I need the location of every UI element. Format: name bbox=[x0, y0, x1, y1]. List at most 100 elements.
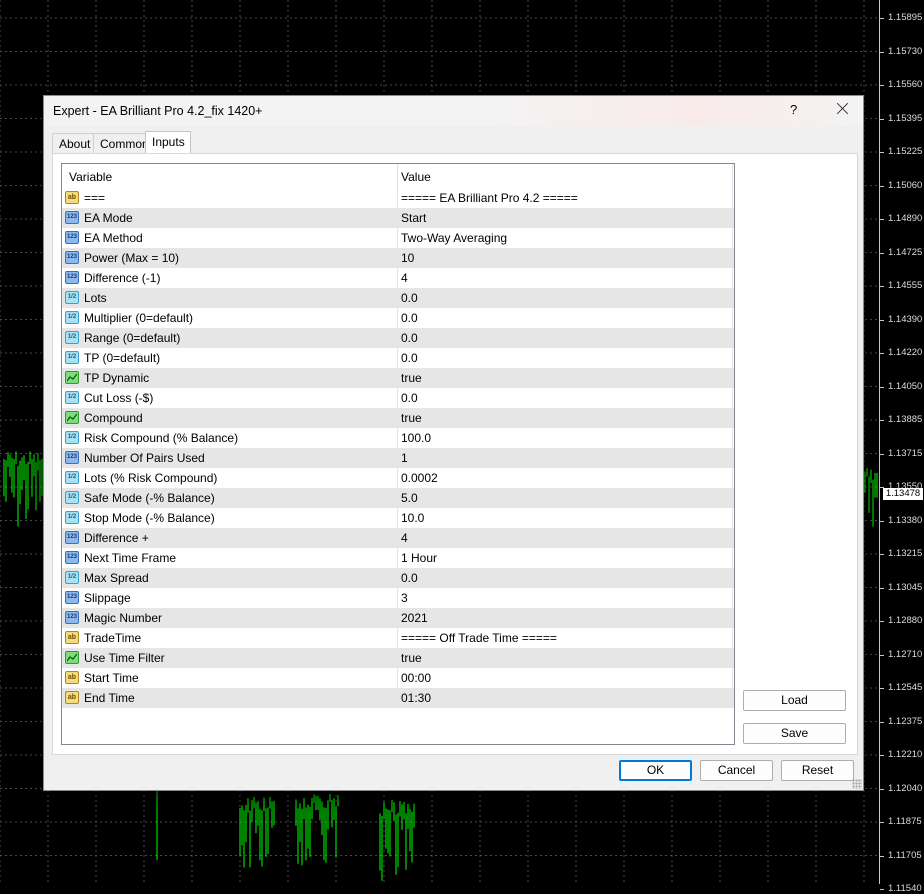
input-row[interactable]: 123 Difference + 4 bbox=[62, 528, 734, 548]
variable-value[interactable]: Two-Way Averaging bbox=[401, 228, 731, 248]
input-row[interactable]: 123 EA Method Two-Way Averaging bbox=[62, 228, 734, 248]
price-tick-label: 1.12375 bbox=[879, 715, 923, 727]
variable-name: === bbox=[84, 191, 106, 205]
double-type-icon: 1/2 bbox=[65, 511, 79, 524]
input-row[interactable]: 1/2 Risk Compound (% Balance) 100.0 bbox=[62, 428, 734, 448]
input-row[interactable]: Use Time Filter true bbox=[62, 648, 734, 668]
input-row[interactable]: 1/2 Range (0=default) 0.0 bbox=[62, 328, 734, 348]
input-row[interactable]: 1/2 Multiplier (0=default) 0.0 bbox=[62, 308, 734, 328]
input-row[interactable]: TP Dynamic true bbox=[62, 368, 734, 388]
column-divider-end bbox=[732, 468, 733, 488]
variable-value[interactable]: ===== Off Trade Time ===== bbox=[401, 628, 731, 648]
grid-header: Variable Value bbox=[62, 164, 734, 188]
input-row[interactable]: 123 Difference (-1) 4 bbox=[62, 268, 734, 288]
close-icon[interactable] bbox=[834, 100, 850, 118]
variable-value[interactable]: true bbox=[401, 368, 731, 388]
variable-value[interactable]: 1 bbox=[401, 448, 731, 468]
input-row[interactable]: 123 Next Time Frame 1 Hour bbox=[62, 548, 734, 568]
variable-value[interactable]: 0.0 bbox=[401, 568, 731, 588]
reset-button[interactable]: Reset bbox=[781, 760, 854, 781]
integer-type-icon: 123 bbox=[65, 271, 79, 284]
variable-value[interactable]: 10.0 bbox=[401, 508, 731, 528]
ok-button[interactable]: OK bbox=[619, 760, 692, 781]
expert-properties-dialog: Expert - EA Brilliant Pro 4.2_fix 1420+ … bbox=[43, 95, 864, 791]
resize-grip[interactable] bbox=[852, 779, 862, 789]
double-type-icon: 1/2 bbox=[65, 331, 79, 344]
dialog-titlebar[interactable]: Expert - EA Brilliant Pro 4.2_fix 1420+ … bbox=[44, 96, 863, 126]
tab-inputs[interactable]: Inputs bbox=[145, 131, 191, 153]
string-type-icon: ab bbox=[65, 671, 79, 684]
input-row[interactable]: 1/2 Lots (% Risk Compound) 0.0002 bbox=[62, 468, 734, 488]
string-type-icon: ab bbox=[65, 631, 79, 644]
variable-value[interactable]: 5.0 bbox=[401, 488, 731, 508]
variable-value[interactable]: 4 bbox=[401, 268, 731, 288]
variable-value[interactable]: 2021 bbox=[401, 608, 731, 628]
integer-type-icon: 123 bbox=[65, 531, 79, 544]
variable-value[interactable]: 0.0 bbox=[401, 348, 731, 368]
variable-value[interactable]: 01:30 bbox=[401, 688, 731, 708]
variable-value[interactable]: true bbox=[401, 408, 731, 428]
price-tick-label: 1.13715 bbox=[879, 447, 923, 459]
input-row[interactable]: 123 Power (Max = 10) 10 bbox=[62, 248, 734, 268]
variable-name: Start Time bbox=[84, 671, 139, 685]
tab-common[interactable]: Common bbox=[93, 133, 149, 153]
price-tick-label: 1.12710 bbox=[879, 648, 923, 660]
price-tick-label: 1.12040 bbox=[879, 782, 923, 794]
variable-value[interactable]: 00:00 bbox=[401, 668, 731, 688]
variable-name: Number Of Pairs Used bbox=[84, 451, 205, 465]
integer-type-icon: 123 bbox=[65, 251, 79, 264]
price-tick-label: 1.12210 bbox=[879, 749, 923, 760]
variable-value[interactable]: 0.0 bbox=[401, 288, 731, 308]
dialog-title: Expert - EA Brilliant Pro 4.2_fix 1420+ bbox=[53, 104, 263, 118]
variable-value[interactable]: 0.0 bbox=[401, 308, 731, 328]
input-row[interactable]: 123 Number Of Pairs Used 1 bbox=[62, 448, 734, 468]
header-divider[interactable] bbox=[397, 164, 398, 188]
variable-value[interactable]: 3 bbox=[401, 588, 731, 608]
header-variable[interactable]: Variable bbox=[69, 170, 112, 184]
header-value[interactable]: Value bbox=[401, 170, 431, 184]
price-tick-label: 1.15225 bbox=[879, 146, 923, 157]
cancel-button[interactable]: Cancel bbox=[700, 760, 773, 781]
price-tick-label: 1.12880 bbox=[879, 615, 923, 626]
column-divider bbox=[397, 308, 398, 328]
variable-value[interactable]: 0.0 bbox=[401, 388, 731, 408]
input-row[interactable]: 1/2 Safe Mode (-% Balance) 5.0 bbox=[62, 488, 734, 508]
input-row[interactable]: 123 Slippage 3 bbox=[62, 588, 734, 608]
input-row[interactable]: ab TradeTime ===== Off Trade Time ===== bbox=[62, 628, 734, 648]
variable-value[interactable]: Start bbox=[401, 208, 731, 228]
input-row[interactable]: ab End Time 01:30 bbox=[62, 688, 734, 708]
save-button[interactable]: Save bbox=[743, 723, 846, 744]
column-divider-end bbox=[732, 188, 733, 208]
input-row[interactable]: 123 EA Mode Start bbox=[62, 208, 734, 228]
variable-value[interactable]: 0.0 bbox=[401, 328, 731, 348]
price-tick-label: 1.11540 bbox=[880, 883, 922, 894]
variable-value[interactable]: ===== EA Brilliant Pro 4.2 ===== bbox=[401, 188, 731, 208]
variable-name: TP Dynamic bbox=[84, 371, 150, 385]
variable-name: Multiplier (0=default) bbox=[84, 311, 194, 325]
variable-value[interactable]: 1 Hour bbox=[401, 548, 731, 568]
input-row[interactable]: ab === ===== EA Brilliant Pro 4.2 ===== bbox=[62, 188, 734, 208]
variable-value[interactable]: 4 bbox=[401, 528, 731, 548]
input-row[interactable]: 1/2 TP (0=default) 0.0 bbox=[62, 348, 734, 368]
help-button[interactable]: ? bbox=[790, 102, 797, 117]
variable-value[interactable]: 10 bbox=[401, 248, 731, 268]
variable-value[interactable]: 0.0002 bbox=[401, 468, 731, 488]
column-divider-end bbox=[732, 448, 733, 468]
input-row[interactable]: 1/2 Stop Mode (-% Balance) 10.0 bbox=[62, 508, 734, 528]
variable-value[interactable]: true bbox=[401, 648, 731, 668]
input-row[interactable]: 1/2 Lots 0.0 bbox=[62, 288, 734, 308]
load-button[interactable]: Load bbox=[743, 690, 846, 711]
input-row[interactable]: ab Start Time 00:00 bbox=[62, 668, 734, 688]
input-row[interactable]: 123 Magic Number 2021 bbox=[62, 608, 734, 628]
variable-name: Difference (-1) bbox=[84, 271, 161, 285]
input-row[interactable]: 1/2 Max Spread 0.0 bbox=[62, 568, 734, 588]
integer-type-icon: 123 bbox=[65, 451, 79, 464]
integer-type-icon: 123 bbox=[65, 591, 79, 604]
double-type-icon: 1/2 bbox=[65, 311, 79, 324]
variable-name: Slippage bbox=[84, 591, 131, 605]
input-row[interactable]: 1/2 Cut Loss (-$) 0.0 bbox=[62, 388, 734, 408]
inputs-grid[interactable]: Variable Value ab === ===== EA Brilliant P… bbox=[61, 163, 735, 745]
variable-value[interactable]: 100.0 bbox=[401, 428, 731, 448]
tab-about[interactable]: About bbox=[52, 133, 94, 153]
input-row[interactable]: Compound true bbox=[62, 408, 734, 428]
